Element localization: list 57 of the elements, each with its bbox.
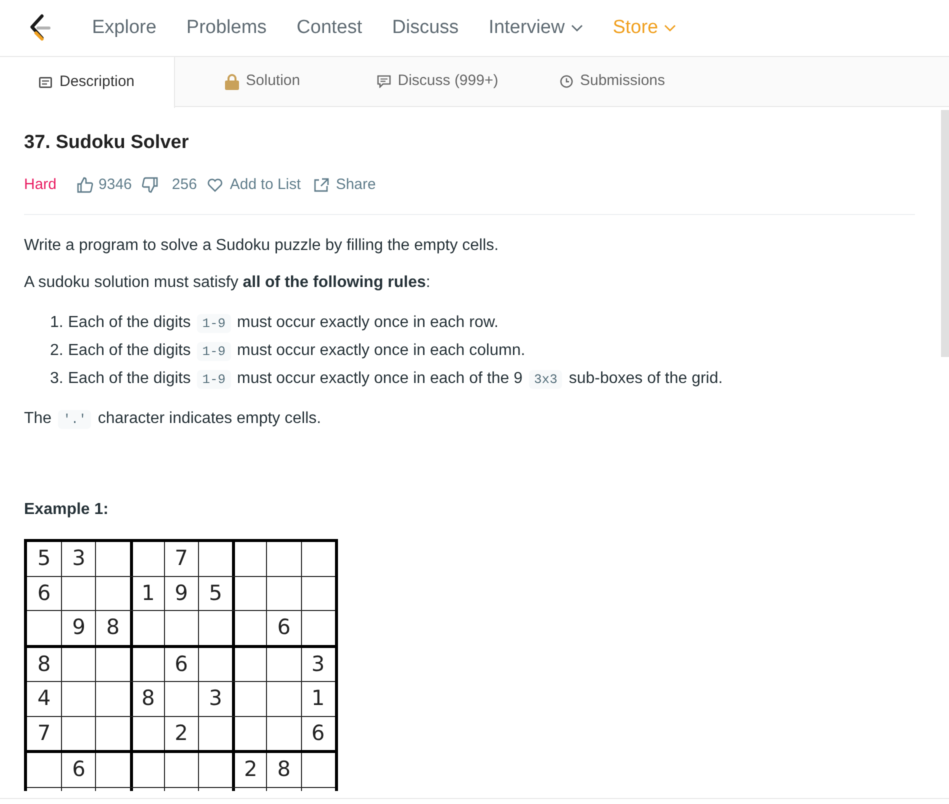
grid-cell-text: 4 — [36, 685, 52, 712]
comment-icon — [376, 75, 391, 88]
list-number: 1. — [50, 313, 64, 333]
tab[interactable]: Description — [0, 57, 175, 108]
grid-cell: 1 — [300, 682, 335, 716]
nav-link[interactable]: Problems — [186, 14, 267, 42]
share-icon[interactable] — [314, 178, 329, 192]
nav-link[interactable]: Discuss — [392, 14, 459, 42]
grid-cell: 6 — [61, 753, 96, 786]
nav-link[interactable]: Interview — [488, 14, 583, 42]
rule-text: Each of the digits 1-9 must occur exactly once in each column. — [68, 341, 526, 363]
grid-cell-text: 8 — [36, 650, 52, 678]
list-number: 2. — [50, 341, 64, 361]
problem-title: 37. Sudoku Solver — [24, 131, 190, 155]
example-heading: Example 1: — [24, 500, 110, 520]
list-number: 3. — [50, 369, 64, 389]
lock-icon — [224, 74, 239, 90]
grid-cell: 6 — [300, 716, 335, 750]
grid-cell: 6 — [164, 648, 198, 681]
grid-cell: 3 — [300, 648, 335, 681]
thumbs-up-icon[interactable] — [76, 176, 93, 193]
dislike-count: 256 — [172, 174, 197, 194]
description-paragraph: A sudoku solution must satisfy all of the following rules: — [24, 273, 432, 293]
grid-cell: 7 — [164, 542, 198, 576]
grid-cell: 9 — [61, 611, 96, 644]
grid-cell: 3 — [61, 542, 96, 576]
grid-cell-text: 5 — [36, 545, 52, 572]
grid-cell: 9 — [164, 576, 198, 610]
rule-text: Each of the digits 1-9 must occur exactly once in each row. — [68, 313, 498, 335]
heart-icon[interactable] — [206, 178, 223, 192]
clock-icon — [560, 75, 573, 88]
tab[interactable]: Solution — [175, 57, 350, 106]
grid-cell: 3 — [198, 682, 232, 716]
like-count: 9346 — [98, 174, 132, 194]
nav-link[interactable]: Explore — [92, 14, 156, 42]
grid-cell: 8 — [95, 611, 130, 644]
scrollbar-thumb[interactable] — [941, 110, 949, 357]
grid-cell: 8 — [130, 682, 164, 716]
grid-cell: 1 — [130, 576, 164, 610]
tab[interactable]: Submissions — [525, 57, 700, 106]
grid-cell: 5 — [198, 576, 232, 610]
grid-cell: 8 — [266, 753, 300, 786]
rule-text: Each of the digits 1-9 must occur exactly once in each of the 9 3x3 sub-boxes of the grid. — [68, 369, 723, 391]
grid-cell: 2 — [164, 716, 198, 750]
grid-cell-text: 6 — [36, 580, 52, 606]
add-to-list-link[interactable]: Add to List — [230, 174, 301, 196]
description-paragraph: Write a program to solve a Sudoku puzzle by filling the empty cells. — [24, 236, 500, 256]
card-icon — [39, 77, 52, 88]
nav-link[interactable]: Contest — [296, 14, 362, 42]
grid-cell: 6 — [266, 611, 300, 644]
difficulty-label: Hard — [24, 174, 57, 194]
share-link[interactable]: Share — [336, 174, 376, 196]
description-paragraph: The '.' character indicates empty cells. — [24, 409, 322, 431]
thumbs-down-icon[interactable] — [142, 176, 158, 193]
tab[interactable]: Discuss (999+) — [350, 57, 525, 106]
grid-cell-text: 7 — [36, 720, 52, 746]
grid-cell: 2 — [232, 753, 266, 786]
